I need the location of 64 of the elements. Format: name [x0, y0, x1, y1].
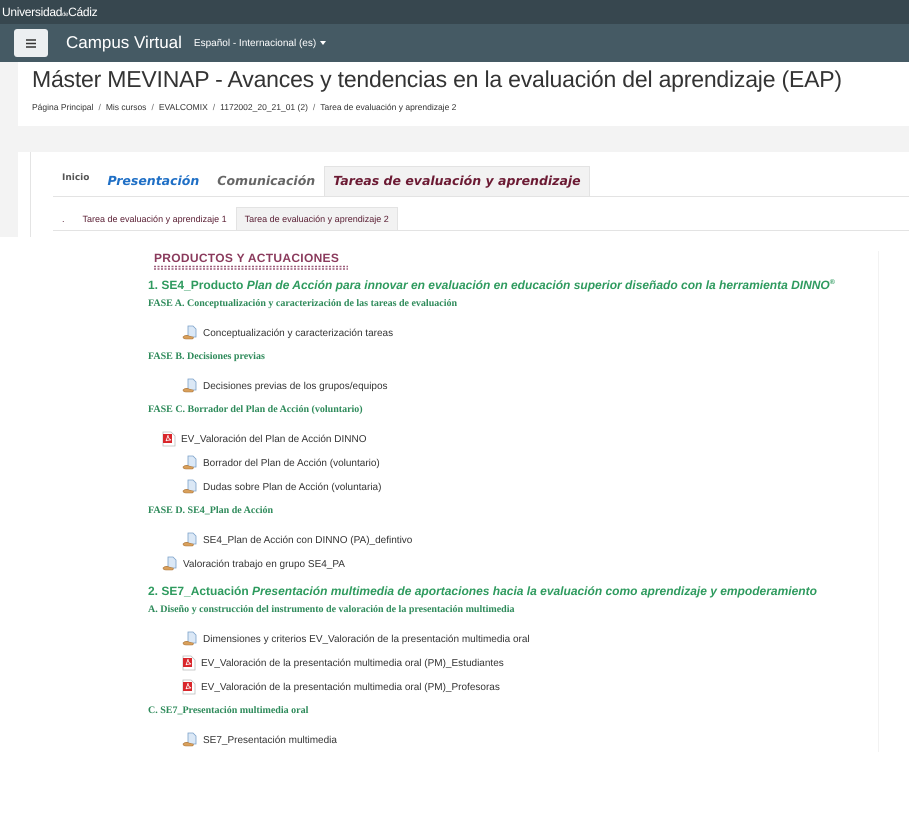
activity-name: Borrador del Plan de Acción (voluntario) [203, 458, 380, 468]
assignment-icon [182, 532, 198, 548]
assignment-icon [182, 732, 198, 748]
activity-name: Decisiones previas de los grupos/equipos [203, 380, 388, 392]
activity-link[interactable]: Conceptualización y caracterización tareas [162, 321, 394, 345]
activity-name: Valoración trabajo en grupo SE4_PA [183, 558, 345, 570]
breadcrumb-separator: / [98, 102, 101, 112]
activity-name: EV_Valoración de la presentación multimedia oral (PM)_Profesoras [201, 682, 500, 692]
assignment-icon [182, 631, 198, 647]
activity-link[interactable]: Decisiones previas de los grupos/equipos [162, 374, 388, 398]
assignment-icon [182, 455, 198, 471]
phase-heading: C. SE7_Presentación multimedia oral [148, 705, 310, 716]
breadcrumb-separator: / [312, 102, 316, 112]
assignment-icon [182, 378, 198, 394]
pdf-icon [162, 431, 176, 447]
activity-link[interactable]: Dimensiones y criterios EV_Valoración de la presentación multimedia oral [162, 627, 530, 651]
assignment-icon [182, 325, 198, 341]
course-tab[interactable]: Comunicación [208, 166, 324, 196]
activity-link[interactable]: Dudas sobre Plan de Acción (voluntaria) [162, 475, 382, 499]
breadcrumb-link[interactable]: Tarea de evaluación y aprendizaje 2 [320, 102, 456, 112]
breadcrumb-link[interactable]: Mis cursos [106, 102, 146, 112]
activity-link[interactable]: EV_Valoración del Plan de Acción DINNO [162, 427, 366, 451]
activity-name: Dudas sobre Plan de Acción (voluntaria) [203, 482, 382, 492]
banner-title: PRODUCTOS Y ACTUACIONES [153, 251, 340, 265]
activity-link[interactable]: EV_Valoración de la presentación multimedia oral (PM)_Estudiantes [162, 651, 504, 675]
pdf-icon [182, 655, 196, 671]
activity-name: EV_Valoración de la presentación multimedia oral (PM)_Estudiantes [201, 658, 504, 668]
section-heading: 1. SE4_Producto Plan de Acción para innovar en evaluación en educación superior diseñado con la herramienta DINNO$^{®}$ [148, 278, 836, 292]
section-heading: 2. SE7_Actuación Presentación multimedia de aportaciones hacia la evaluación como aprendizaje y empoderamiento [148, 584, 818, 598]
assignment-icon [162, 556, 178, 572]
caret-icon [320, 41, 326, 45]
site-name[interactable]: Campus Virtual [66, 33, 182, 53]
phase-heading: FASE D. SE4_Plan de Acción [148, 505, 274, 516]
activity-name: SE7_Presentación multimedia [203, 734, 337, 746]
subtab[interactable]: Tarea de evaluación y aprendizaje 1 [74, 207, 236, 230]
menu-icon [26, 38, 36, 48]
pdf-icon [182, 679, 196, 695]
activity-name: SE4_Plan de Acción con DINNO (PA)_defintivo [203, 534, 412, 546]
activity-link[interactable]: Borrador del Plan de Acción (voluntario) [162, 451, 380, 475]
assignment-icon [182, 479, 198, 495]
page-title: Máster MEVINAP - Avances y tendencias en la evaluación del aprendizaje (EAP) [32, 66, 843, 93]
activity-name: Dimensiones y criterios EV_Valoración de la presentación multimedia oral [203, 634, 530, 644]
breadcrumb-link[interactable]: Página Principal [32, 102, 94, 112]
phase-heading: A. Diseño y construcción del instrumento de valoración de la presentación multimedia [148, 604, 516, 615]
activity-name: EV_Valoración del Plan de Acción DINNO [181, 434, 366, 444]
activity-link[interactable]: Valoración trabajo en grupo SE4_PA [162, 552, 345, 576]
breadcrumb-separator: / [212, 102, 216, 112]
course-tab[interactable]: Inicio [53, 166, 98, 191]
subtab[interactable]: Tarea de evaluación y aprendizaje 2 [236, 207, 398, 230]
breadcrumb-separator: / [151, 102, 154, 112]
breadcrumb-link[interactable]: 1172002_20_21_01 (2) [220, 102, 308, 112]
subtab[interactable]: . [53, 207, 74, 230]
phase-heading: FASE C. Borrador del Plan de Acción (voluntario) [148, 404, 364, 415]
activity-link[interactable]: EV_Valoración de la presentación multimedia oral (PM)_Profesoras [162, 675, 500, 699]
menu-button[interactable] [14, 29, 48, 57]
course-tab[interactable]: Presentación [98, 166, 208, 196]
language-menu[interactable]: Español - Internacional (es) [194, 38, 326, 48]
phase-heading: FASE A. Conceptualización y caracterización de las tareas de evaluación [148, 298, 458, 309]
course-tab[interactable]: Tareas de evaluación y aprendizaje [324, 166, 590, 196]
activity-name: Conceptualización y caracterización tareas [203, 328, 394, 338]
breadcrumb-link[interactable]: EVALCOMIX [158, 102, 208, 112]
activity-link[interactable]: SE7_Presentación multimedia [162, 728, 337, 752]
activity-link[interactable]: SE4_Plan de Acción con DINNO (PA)_defintivo [162, 528, 412, 552]
phase-heading: FASE B. Decisiones previas [148, 351, 266, 362]
